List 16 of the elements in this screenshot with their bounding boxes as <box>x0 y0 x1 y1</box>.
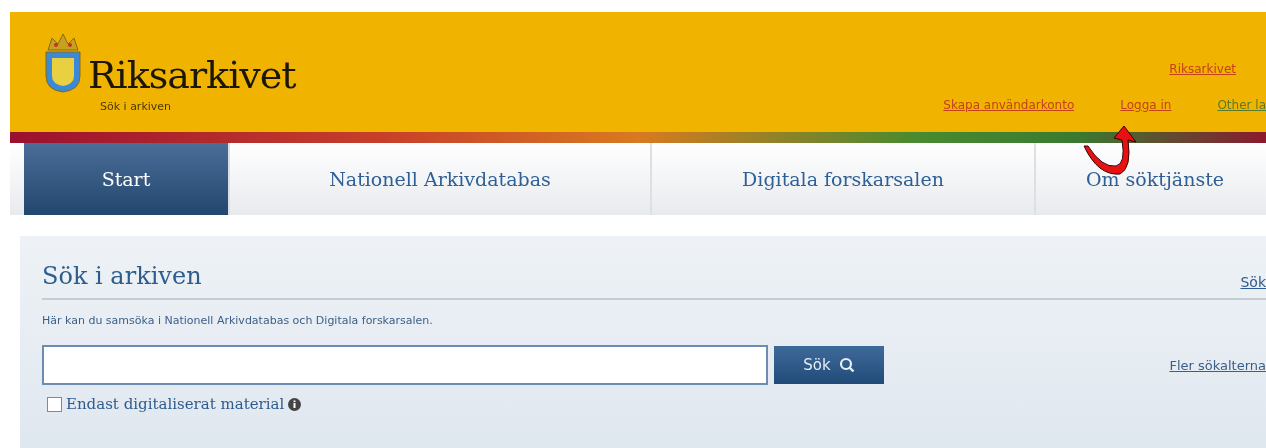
search-link[interactable]: Sök <box>1240 274 1266 290</box>
logo-tagline: Sök i arkiven <box>100 100 173 113</box>
more-options-link[interactable]: Fler sökalterna <box>1169 357 1266 373</box>
crest-logo-icon <box>42 32 84 94</box>
info-icon[interactable] <box>288 397 302 411</box>
search-icon <box>838 357 855 373</box>
panel-title: Sök i arkiven <box>42 262 202 290</box>
search-button[interactable]: Sök <box>774 346 884 384</box>
search-field[interactable] <box>42 345 768 385</box>
logo-text: Riksarkivet <box>88 56 296 94</box>
checkbox-label: Endast digitaliserat material <box>66 395 285 413</box>
panel-description: Här kan du samsöka i Nationell Arkivdatabas och Digitala forskarsalen. <box>42 314 434 327</box>
nav-tab[interactable]: Digitala forskarsalen <box>652 143 1036 215</box>
nav-tab[interactable]: Nationell Arkivdatabas <box>230 143 652 215</box>
nav-tab[interactable]: Start <box>24 143 230 215</box>
checkbox[interactable] <box>47 396 62 412</box>
